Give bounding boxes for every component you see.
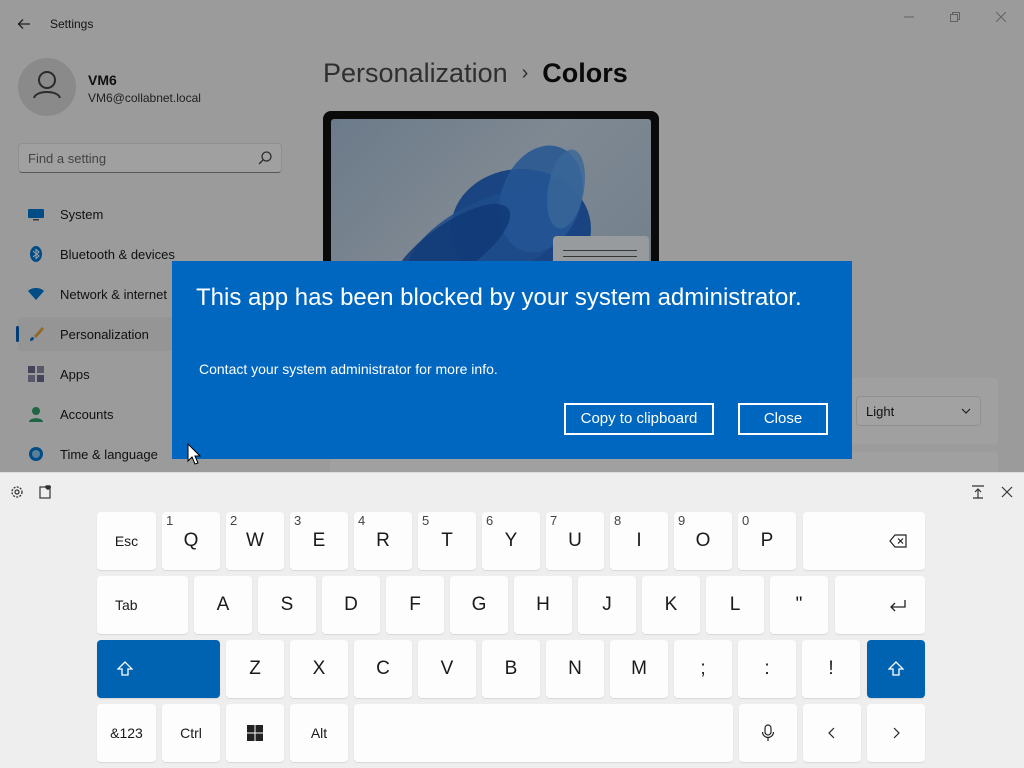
key-r[interactable]: 4R	[354, 512, 412, 570]
key-label: !	[828, 658, 834, 679]
key-v[interactable]: V	[418, 640, 476, 698]
key-g[interactable]: G	[450, 576, 508, 634]
key-e[interactable]: 3E	[290, 512, 348, 570]
key-microphone[interactable]	[739, 704, 797, 762]
key-tab[interactable]: Tab	[97, 576, 188, 634]
key-c[interactable]: C	[354, 640, 412, 698]
key-label: Tab	[115, 597, 138, 613]
key-label: G	[471, 594, 487, 615]
key-label: P	[760, 530, 774, 551]
key-a[interactable]: A	[194, 576, 252, 634]
key-label: Ctrl	[180, 725, 202, 741]
key-backspace[interactable]	[803, 512, 925, 570]
key-label: A	[216, 594, 230, 615]
key-enter[interactable]	[835, 576, 925, 634]
key-s[interactable]: S	[258, 576, 316, 634]
key-label: D	[344, 594, 358, 615]
key-label: L	[729, 594, 741, 615]
key-x[interactable]: X	[290, 640, 348, 698]
close-button[interactable]: Close	[738, 403, 828, 435]
key-label: M	[631, 658, 647, 679]
key-t[interactable]: 5T	[418, 512, 476, 570]
key-windows[interactable]	[226, 704, 284, 762]
key-label: S	[280, 594, 294, 615]
key-label: Y	[504, 530, 518, 551]
key-label: E	[312, 530, 326, 551]
key-esc[interactable]: Esc	[97, 512, 156, 570]
key-quote[interactable]: "	[770, 576, 828, 634]
shift-icon	[888, 661, 904, 676]
key-h[interactable]: H	[514, 576, 572, 634]
arrow-right-icon	[893, 727, 900, 739]
key-l[interactable]: L	[706, 576, 764, 634]
windows-icon	[247, 725, 263, 741]
key-label: Alt	[310, 725, 328, 741]
key-d[interactable]: D	[322, 576, 380, 634]
key-i[interactable]: 8I	[610, 512, 668, 570]
key-arrow-right[interactable]	[867, 704, 925, 762]
key-label: C	[376, 658, 390, 679]
shift-icon	[117, 661, 134, 676]
key-j[interactable]: J	[578, 576, 636, 634]
key-label: "	[795, 594, 803, 615]
mouse-cursor-icon	[187, 443, 201, 465]
emoji-clipboard-icon[interactable]	[38, 484, 54, 500]
dialog-title: This app has been blocked by your system…	[196, 284, 802, 311]
microphone-icon	[761, 724, 775, 741]
key-arrow-left[interactable]	[803, 704, 861, 762]
key-label: K	[664, 594, 678, 615]
key-m[interactable]: M	[610, 640, 668, 698]
dock-keyboard-icon[interactable]	[970, 484, 986, 500]
key-q[interactable]: 1Q	[162, 512, 220, 570]
key-label: N	[568, 658, 582, 679]
key-o[interactable]: 9O	[674, 512, 732, 570]
key-alt[interactable]: Alt	[290, 704, 348, 762]
key-colon[interactable]: :	[738, 640, 796, 698]
key-label: Esc	[114, 533, 139, 549]
key-label: Q	[183, 530, 199, 551]
key-label: B	[504, 658, 518, 679]
key-label: V	[440, 658, 454, 679]
key-label: H	[536, 594, 550, 615]
key-shift-left[interactable]	[97, 640, 220, 698]
key-label: X	[312, 658, 326, 679]
key-semicolon[interactable]: ;	[674, 640, 732, 698]
key-exclamation[interactable]: !	[802, 640, 860, 698]
touch-keyboard: Esc 1Q 2W 3E 4R 5T 6Y 7U 8I 9O 0P Tab A …	[0, 472, 1024, 768]
backspace-icon	[889, 534, 907, 548]
key-label: U	[568, 530, 582, 551]
key-label: Z	[249, 658, 261, 679]
arrow-left-icon	[828, 727, 835, 739]
key-label: J	[602, 594, 612, 615]
key-label: O	[695, 530, 711, 551]
key-label: &123	[110, 725, 143, 741]
key-ctrl[interactable]: Ctrl	[162, 704, 220, 762]
key-label: F	[409, 594, 421, 615]
key-p[interactable]: 0P	[738, 512, 796, 570]
key-n[interactable]: N	[546, 640, 604, 698]
key-space[interactable]	[354, 704, 733, 762]
key-label: ;	[700, 658, 706, 679]
key-label: :	[764, 658, 770, 679]
key-label: I	[636, 530, 642, 551]
enter-icon	[890, 600, 906, 612]
key-w[interactable]: 2W	[226, 512, 284, 570]
key-shift-right[interactable]	[867, 640, 925, 698]
copy-to-clipboard-button[interactable]: Copy to clipboard	[564, 403, 714, 435]
close-keyboard-icon[interactable]	[999, 484, 1015, 500]
key-label: R	[376, 530, 390, 551]
key-symbols[interactable]: &123	[97, 704, 156, 762]
blocked-app-dialog: This app has been blocked by your system…	[172, 261, 852, 459]
gear-icon[interactable]	[9, 484, 25, 500]
key-label: W	[246, 530, 264, 551]
key-u[interactable]: 7U	[546, 512, 604, 570]
key-y[interactable]: 6Y	[482, 512, 540, 570]
key-f[interactable]: F	[386, 576, 444, 634]
key-b[interactable]: B	[482, 640, 540, 698]
key-z[interactable]: Z	[226, 640, 284, 698]
key-k[interactable]: K	[642, 576, 700, 634]
dialog-message: Contact your system administrator for mo…	[199, 361, 498, 377]
key-label: T	[441, 530, 453, 551]
